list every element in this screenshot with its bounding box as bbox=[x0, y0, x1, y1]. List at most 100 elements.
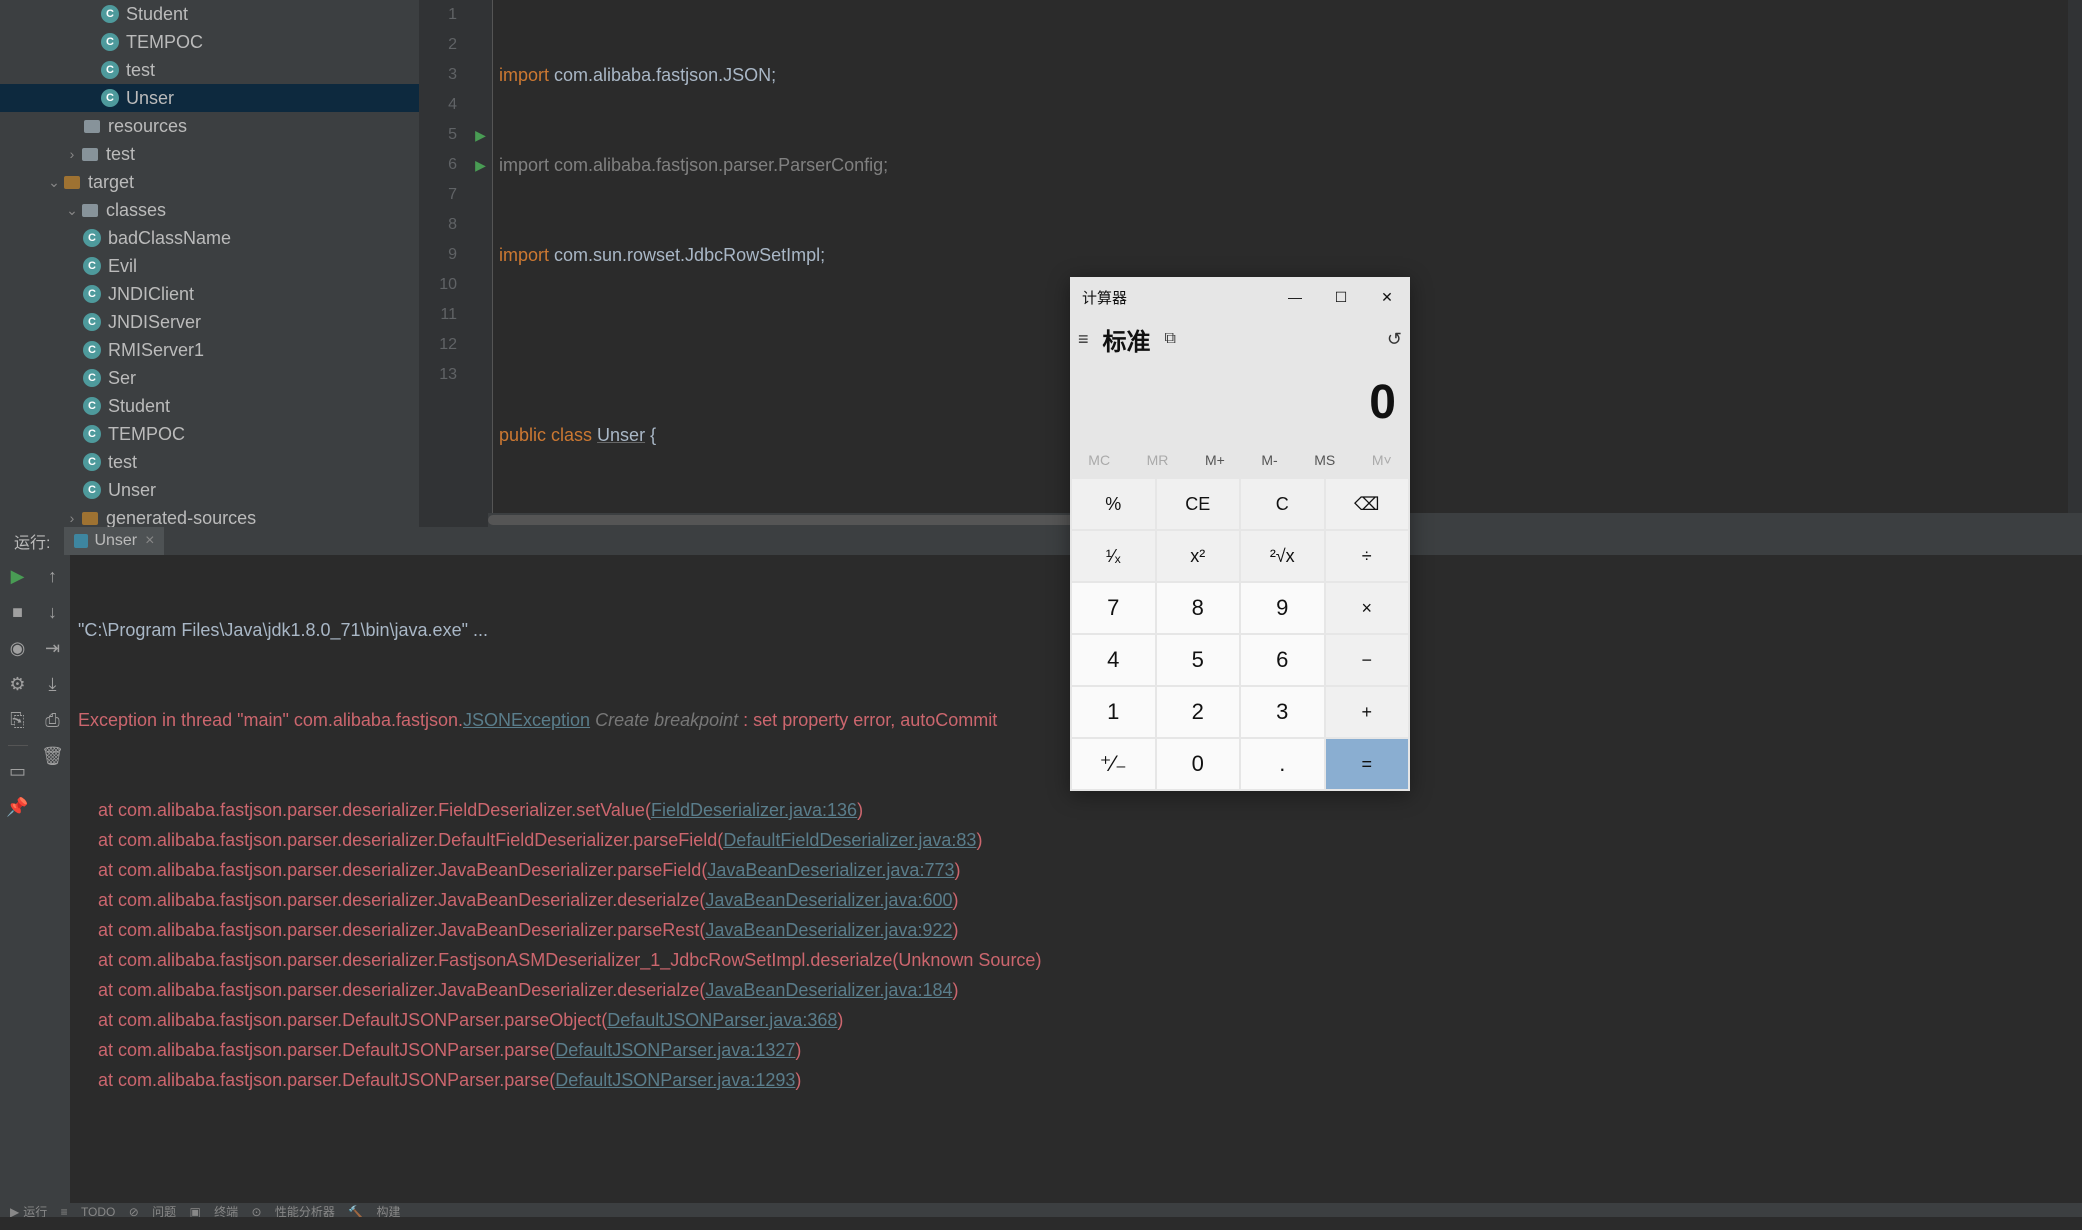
calc-add-button[interactable]: + bbox=[1326, 687, 1409, 737]
source-link[interactable]: JavaBeanDeserializer.java:600 bbox=[705, 890, 952, 910]
wrap-button[interactable]: ⇥ bbox=[42, 637, 64, 659]
calc-4-button[interactable]: 4 bbox=[1072, 635, 1155, 685]
tree-item-target[interactable]: ⌄ target bbox=[0, 168, 419, 196]
exit-button[interactable]: ⎘ bbox=[7, 709, 29, 731]
calc-1-button[interactable]: 1 bbox=[1072, 687, 1155, 737]
tree-item-student[interactable]: CStudent bbox=[0, 392, 419, 420]
tree-item-rmiserver1[interactable]: CRMIServer1 bbox=[0, 336, 419, 364]
tree-item-evil[interactable]: CEvil bbox=[0, 252, 419, 280]
calc-backspace-button[interactable]: ⌫ bbox=[1326, 479, 1409, 529]
run-gutter-icon[interactable]: ▶ bbox=[469, 120, 492, 150]
console-stack-line: at com.alibaba.fastjson.parser.deseriali… bbox=[78, 975, 2082, 1005]
project-tree: CStudentCTEMPOCCtestCUnserresources›test… bbox=[0, 0, 419, 527]
calc-square-button[interactable]: x² bbox=[1157, 531, 1240, 581]
source-link[interactable]: DefaultJSONParser.java:1293 bbox=[555, 1070, 795, 1090]
calc-subtract-button[interactable]: − bbox=[1326, 635, 1409, 685]
history-icon[interactable]: ↺ bbox=[1387, 329, 1402, 350]
tree-item-tempoc[interactable]: CTEMPOC bbox=[0, 420, 419, 448]
down-button[interactable]: ↓ bbox=[42, 601, 64, 623]
class-icon: C bbox=[100, 88, 120, 108]
settings-icon[interactable]: ⚙ bbox=[7, 673, 29, 695]
run-gutter-icon[interactable]: ▶ bbox=[469, 150, 492, 180]
calculator-titlebar[interactable]: 计算器 — ☐ ✕ bbox=[1070, 277, 1410, 317]
minimize-button[interactable]: — bbox=[1272, 277, 1318, 317]
tree-item-ser[interactable]: CSer bbox=[0, 364, 419, 392]
status-build[interactable]: 构建 bbox=[377, 1205, 401, 1217]
calc-mplus[interactable]: M+ bbox=[1205, 452, 1225, 468]
chevron-right-icon[interactable]: › bbox=[64, 146, 80, 162]
keep-on-top-icon[interactable]: ⧉ bbox=[1165, 330, 1176, 348]
calc-0-button[interactable]: 0 bbox=[1157, 739, 1240, 789]
source-link[interactable]: JavaBeanDeserializer.java:922 bbox=[705, 920, 952, 940]
dump-button[interactable]: ◉ bbox=[7, 637, 29, 659]
print-button[interactable]: ⎙ bbox=[42, 709, 64, 731]
source-link[interactable]: DefaultJSONParser.java:368 bbox=[607, 1010, 837, 1030]
status-run[interactable]: 运行 bbox=[23, 1205, 47, 1217]
tree-label: target bbox=[88, 172, 134, 193]
close-icon[interactable]: × bbox=[145, 532, 154, 550]
calc-divide-button[interactable]: ÷ bbox=[1326, 531, 1409, 581]
chevron-right-icon[interactable]: › bbox=[64, 510, 80, 526]
close-button[interactable]: ✕ bbox=[1364, 277, 1410, 317]
calc-6-button[interactable]: 6 bbox=[1241, 635, 1324, 685]
tree-item-tempoc[interactable]: CTEMPOC bbox=[0, 28, 419, 56]
scrollbar-thumb[interactable] bbox=[488, 515, 1126, 525]
layout-button[interactable]: ▭ bbox=[7, 760, 29, 782]
calc-sqrt-button[interactable]: ²√x bbox=[1241, 531, 1324, 581]
status-profiler[interactable]: 性能分析器 bbox=[275, 1205, 335, 1217]
tree-item-test[interactable]: ›test bbox=[0, 140, 419, 168]
calc-mminus[interactable]: M- bbox=[1261, 452, 1277, 468]
chevron-down-icon[interactable]: ⌄ bbox=[46, 174, 62, 191]
calc-equals-button[interactable]: = bbox=[1326, 739, 1409, 789]
source-link[interactable]: JavaBeanDeserializer.java:773 bbox=[707, 860, 954, 880]
calc-multiply-button[interactable]: × bbox=[1326, 583, 1409, 633]
tree-item-badclassname[interactable]: CbadClassName bbox=[0, 224, 419, 252]
calc-2-button[interactable]: 2 bbox=[1157, 687, 1240, 737]
calc-c-button[interactable]: C bbox=[1241, 479, 1324, 529]
pin-button[interactable]: 📌 bbox=[7, 796, 29, 818]
rerun-button[interactable]: ▶ bbox=[7, 565, 29, 587]
hamburger-icon[interactable]: ≡ bbox=[1078, 329, 1089, 350]
tree-item-jndiclient[interactable]: CJNDIClient bbox=[0, 280, 419, 308]
up-button[interactable]: ↑ bbox=[42, 565, 64, 587]
console-stack-line: at com.alibaba.fastjson.parser.deseriali… bbox=[78, 915, 2082, 945]
tree-label: Unser bbox=[108, 480, 156, 501]
run-icon[interactable]: ▶ bbox=[10, 1205, 19, 1217]
tree-item-student[interactable]: CStudent bbox=[0, 0, 419, 28]
folder-icon bbox=[80, 144, 100, 164]
class-icon: C bbox=[82, 396, 102, 416]
tree-item-unser[interactable]: CUnser bbox=[0, 476, 419, 504]
maximize-button[interactable]: ☐ bbox=[1318, 277, 1364, 317]
chevron-down-icon[interactable]: ⌄ bbox=[64, 202, 80, 219]
calc-ms[interactable]: MS bbox=[1314, 452, 1335, 468]
status-terminal[interactable]: 终端 bbox=[214, 1205, 238, 1217]
calc-ce-button[interactable]: CE bbox=[1157, 479, 1240, 529]
calc-dot-button[interactable]: . bbox=[1241, 739, 1324, 789]
source-link[interactable]: DefaultFieldDeserializer.java:83 bbox=[723, 830, 976, 850]
calc-9-button[interactable]: 9 bbox=[1241, 583, 1324, 633]
tree-item-jndiserver[interactable]: CJNDIServer bbox=[0, 308, 419, 336]
status-todo[interactable]: TODO bbox=[81, 1205, 115, 1217]
calc-8-button[interactable]: 8 bbox=[1157, 583, 1240, 633]
source-link[interactable]: JavaBeanDeserializer.java:184 bbox=[705, 980, 952, 1000]
clear-button[interactable]: 🗑 bbox=[42, 745, 64, 767]
calc-7-button[interactable]: 7 bbox=[1072, 583, 1155, 633]
stop-button[interactable]: ■ bbox=[7, 601, 29, 623]
source-link[interactable]: DefaultJSONParser.java:1327 bbox=[555, 1040, 795, 1060]
run-tab[interactable]: Unser × bbox=[64, 527, 164, 555]
calc-plusminus-button[interactable]: ⁺⁄₋ bbox=[1072, 739, 1155, 789]
tree-item-generated-sources[interactable]: ›generated-sources bbox=[0, 504, 419, 527]
source-link[interactable]: FieldDeserializer.java:136 bbox=[651, 800, 857, 820]
calc-inverse-button[interactable]: ¹⁄ₓ bbox=[1072, 531, 1155, 581]
tree-item-resources[interactable]: resources bbox=[0, 112, 419, 140]
calc-percent-button[interactable]: % bbox=[1072, 479, 1155, 529]
scroll-button[interactable]: ⤓ bbox=[42, 673, 64, 695]
tree-item-unser[interactable]: CUnser bbox=[0, 84, 419, 112]
tree-item-test[interactable]: Ctest bbox=[0, 448, 419, 476]
calc-3-button[interactable]: 3 bbox=[1241, 687, 1324, 737]
tree-item-test[interactable]: Ctest bbox=[0, 56, 419, 84]
tree-item-classes[interactable]: ⌄classes bbox=[0, 196, 419, 224]
status-problems[interactable]: 问题 bbox=[152, 1205, 176, 1217]
calc-5-button[interactable]: 5 bbox=[1157, 635, 1240, 685]
console-stack-line: at com.alibaba.fastjson.parser.DefaultJS… bbox=[78, 1005, 2082, 1035]
